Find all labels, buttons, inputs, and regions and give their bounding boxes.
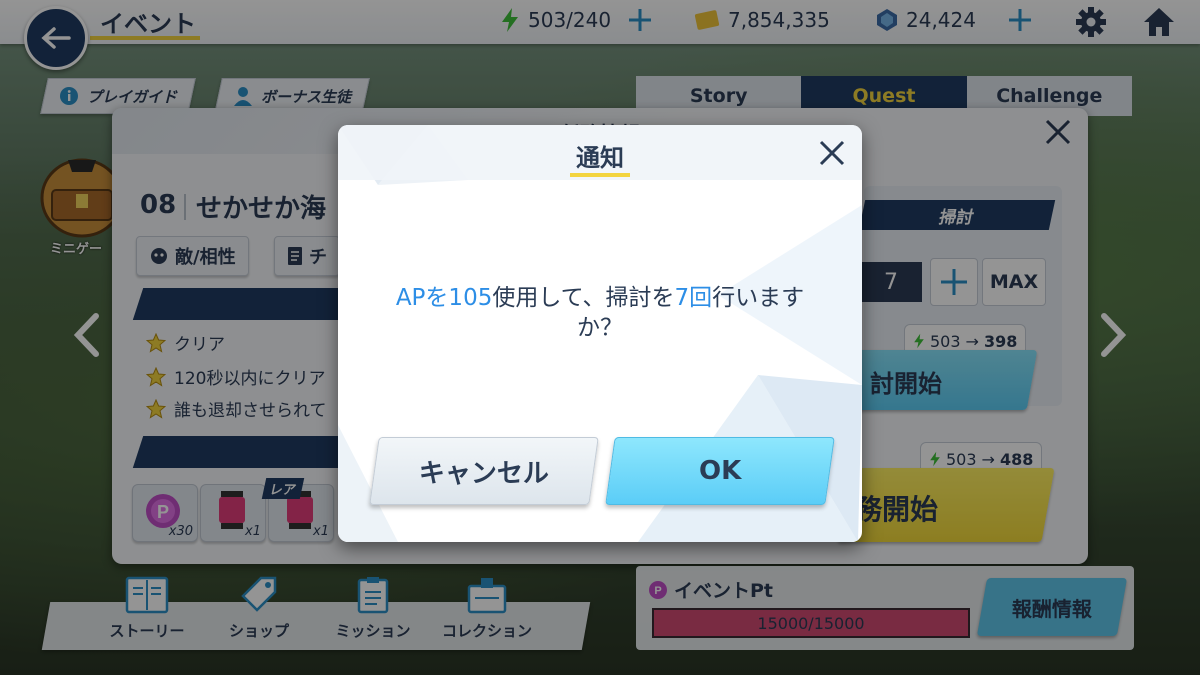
dialog-message: APを105使用して、掃討を7回行いますか？ — [378, 283, 822, 343]
notification-dialog: 通知 APを105使用して、掃討を7回行いますか？ キャンセル OK — [338, 125, 862, 542]
cancel-button-label: キャンセル — [418, 458, 549, 489]
dialog-title-underline — [570, 173, 630, 177]
sweep-count-highlight: 7回 — [674, 285, 713, 311]
dialog-title: 通知 — [576, 144, 624, 172]
ok-button-label: OK — [698, 456, 742, 486]
cancel-button[interactable]: キャンセル — [369, 437, 599, 505]
close-icon[interactable] — [816, 137, 848, 169]
message-text: 使用して、掃討を — [492, 285, 675, 311]
ap-amount-highlight: APを105 — [395, 285, 493, 311]
ok-button[interactable]: OK — [605, 437, 835, 505]
